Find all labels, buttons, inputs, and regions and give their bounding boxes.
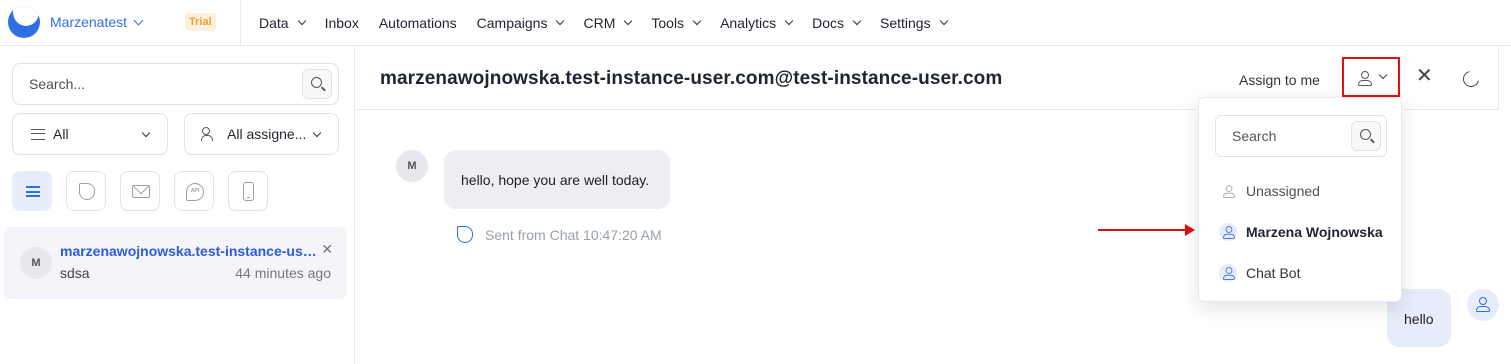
workspace-switcher[interactable]: Marzenatest: [8, 6, 144, 38]
list-icon: [31, 128, 45, 140]
channel-phone-button[interactable]: [228, 171, 268, 211]
annotation-arrow: [1098, 224, 1195, 236]
nav-settings[interactable]: Settings: [880, 15, 948, 31]
app-logo: [8, 6, 40, 38]
nav-label: Inbox: [324, 15, 359, 31]
chevron-down-icon: [852, 16, 862, 26]
message-meta-text: Sent from Chat 10:47:20 AM: [485, 226, 662, 243]
chevron-down-icon: [784, 16, 794, 26]
search-icon: [311, 77, 322, 88]
trial-badge: Trial: [185, 13, 216, 31]
chevron-down-icon: [297, 16, 306, 26]
nav-analytics[interactable]: Analytics: [720, 15, 794, 31]
assignee-filter-select[interactable]: All assigne...: [184, 113, 339, 155]
close-conversation-button[interactable]: ✕: [1416, 66, 1433, 86]
assignee-filter-value: All assigne...: [227, 126, 307, 142]
conversation-sidebar: Search... All All assigne... API M marze…: [0, 47, 355, 364]
search-button[interactable]: [1351, 121, 1381, 151]
status-filter-select[interactable]: All: [12, 113, 168, 155]
chevron-down-icon: [1378, 70, 1388, 80]
chevron-down-icon: [624, 16, 633, 26]
option-label: Chat Bot: [1246, 265, 1301, 281]
incoming-message-bubble: hello, hope you are well today.: [444, 150, 670, 209]
user-icon: [1223, 267, 1235, 280]
conversation-preview: sdsa: [60, 265, 90, 281]
dark-mode-icon[interactable]: [1463, 67, 1483, 87]
agent-avatar: [1467, 289, 1499, 321]
users-icon: [201, 127, 219, 141]
search-placeholder: Search...: [29, 76, 86, 92]
nav-inbox[interactable]: Inbox: [325, 15, 359, 31]
nav-label: Tools: [651, 15, 685, 31]
channel-email-button[interactable]: [120, 171, 160, 211]
phone-icon: [243, 182, 254, 201]
message-meta: Sent from Chat 10:47:20 AM: [445, 226, 662, 243]
nav-label: Analytics: [720, 15, 777, 31]
nav-label: Campaigns: [476, 15, 548, 31]
search-placeholder: Search: [1232, 128, 1277, 144]
workspace-name: Marzenatest: [50, 14, 128, 30]
option-label: Unassigned: [1246, 183, 1320, 199]
nav-label: Automations: [378, 15, 457, 31]
assignee-search-input[interactable]: Search: [1215, 115, 1387, 157]
nav-tools[interactable]: Tools: [651, 15, 702, 31]
conversation-time: 44 minutes ago: [235, 265, 331, 281]
chevron-down-icon: [556, 16, 565, 26]
nav-automations[interactable]: Automations: [379, 15, 457, 31]
assignee-option-chat-bot[interactable]: Chat Bot: [1219, 264, 1300, 282]
close-icon[interactable]: ✕: [321, 241, 333, 258]
email-icon: [132, 185, 150, 198]
conversation-search-input[interactable]: Search...: [12, 63, 339, 105]
message-text: hello: [1404, 311, 1434, 327]
chevron-down-icon: [692, 16, 702, 26]
chevron-down-icon: [312, 128, 322, 138]
api-icon: API: [186, 183, 204, 201]
nav-data[interactable]: Data: [259, 15, 306, 31]
assignee-dropdown-menu: Search Unassigned Marzena Wojnowska Chat…: [1198, 97, 1402, 302]
search-icon: [1360, 129, 1371, 140]
user-icon: [1219, 264, 1237, 282]
avatar: M: [396, 150, 428, 182]
channel-chat-button[interactable]: [66, 171, 106, 211]
nav-docs[interactable]: Docs: [812, 15, 862, 31]
chevron-down-icon: [133, 15, 144, 25]
nav-label: Settings: [880, 15, 931, 31]
avatar: M: [20, 247, 52, 279]
channel-all-button[interactable]: [12, 171, 52, 211]
channel-filter-bar: API: [12, 171, 282, 211]
chat-icon: [457, 226, 473, 243]
channel-api-button[interactable]: API: [174, 171, 214, 211]
assign-to-me-button[interactable]: Assign to me: [1239, 72, 1320, 88]
nav-label: Docs: [812, 15, 844, 31]
top-nav: Marzenatest Trial Data Inbox Automations…: [0, 0, 1511, 46]
conversation-title: marzenawojnowska.test-instance-user.com@…: [60, 243, 322, 259]
message-text: hello, hope you are well today.: [461, 172, 650, 188]
user-icon: [1223, 226, 1235, 239]
status-filter-value: All: [53, 126, 69, 142]
nav-campaigns[interactable]: Campaigns: [476, 15, 565, 31]
conversation-list-item[interactable]: M marzenawojnowska.test-instance-user.co…: [4, 227, 347, 299]
user-icon: [1223, 185, 1235, 198]
nav-label: CRM: [583, 15, 616, 31]
nav-label: Data: [259, 15, 289, 31]
assignee-dropdown-button[interactable]: [1342, 57, 1400, 97]
user-icon: [1219, 223, 1237, 241]
user-icon: [1219, 182, 1237, 200]
assignee-option-unassigned[interactable]: Unassigned: [1219, 182, 1320, 200]
contact-title: marzenawojnowska.test-instance-user.com@…: [380, 68, 1003, 89]
divider: [1498, 47, 1499, 110]
assignee-option-marzena-wojnowska[interactable]: Marzena Wojnowska: [1219, 223, 1383, 241]
chevron-down-icon: [939, 16, 948, 26]
search-button[interactable]: [302, 69, 332, 99]
nav-crm[interactable]: CRM: [583, 15, 633, 31]
divider: [240, 0, 241, 46]
option-label: Marzena Wojnowska: [1246, 224, 1383, 240]
all-channels-icon: [26, 186, 40, 197]
chat-icon: [79, 183, 95, 200]
user-icon: [1358, 71, 1372, 86]
user-icon: [1476, 297, 1490, 312]
main-menu: Data Inbox Automations Campaigns CRM Too…: [259, 0, 967, 46]
chevron-down-icon: [141, 128, 151, 138]
